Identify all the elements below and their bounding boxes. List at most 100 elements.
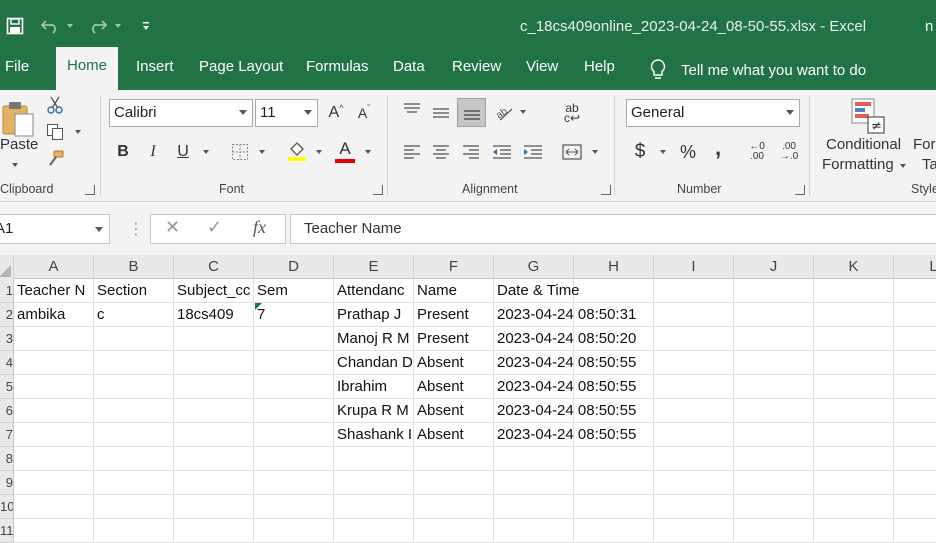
merge-dropdown-icon[interactable] — [592, 150, 598, 154]
cell-f3[interactable]: Present — [414, 327, 494, 351]
cell-f7[interactable]: Absent — [414, 423, 494, 447]
row-header-4[interactable]: 4 — [0, 351, 14, 375]
cell-e10[interactable] — [334, 495, 414, 519]
save-icon[interactable] — [4, 14, 26, 38]
fill-color-icon[interactable] — [285, 138, 309, 164]
align-right-icon[interactable] — [459, 140, 483, 164]
cell-c11[interactable] — [174, 519, 254, 543]
cell-c2[interactable]: 18cs409 — [174, 303, 254, 327]
decrease-decimal-icon[interactable]: .00 →.0 — [776, 140, 802, 164]
cell-g7[interactable]: 2023-04-24 08:50:55 — [494, 423, 636, 447]
paste-icon[interactable] — [0, 96, 36, 140]
align-bottom-icon[interactable] — [457, 98, 486, 127]
cell-a2[interactable]: ambika — [14, 303, 94, 327]
cancel-entry-icon[interactable]: ✕ — [165, 217, 180, 238]
cell-e6[interactable]: Krupa R M — [334, 399, 414, 423]
percent-icon[interactable]: % — [676, 140, 700, 164]
increase-font-size-icon[interactable]: A ^ — [324, 101, 348, 125]
customize-toolbar-icon[interactable] — [138, 14, 154, 38]
cell-c9[interactable] — [174, 471, 254, 495]
cell-j9[interactable] — [734, 471, 814, 495]
cell-c1[interactable]: Subject_cc — [174, 279, 254, 303]
redo-icon[interactable] — [86, 14, 110, 38]
format-as-table-label-1[interactable]: For — [913, 136, 936, 153]
cell-i3[interactable] — [654, 327, 734, 351]
cell-a8[interactable] — [14, 447, 94, 471]
tab-home[interactable]: Home — [56, 47, 119, 90]
cell-k7[interactable] — [814, 423, 894, 447]
column-header-d[interactable]: D — [254, 255, 334, 279]
error-indicator-icon[interactable] — [255, 303, 262, 310]
cell-e3[interactable]: Manoj R M — [334, 327, 414, 351]
orientation-icon[interactable]: ab — [492, 100, 516, 124]
column-header-j[interactable]: J — [734, 255, 814, 279]
conditional-formatting-label-1[interactable]: Conditional — [826, 136, 901, 153]
underline-icon[interactable]: U — [172, 140, 194, 164]
cell-b11[interactable] — [94, 519, 174, 543]
cell-d6[interactable] — [254, 399, 334, 423]
cell-g6[interactable]: 2023-04-24 08:50:55 — [494, 399, 636, 423]
name-box[interactable]: A1 — [0, 214, 110, 244]
cell-l9[interactable] — [894, 471, 936, 495]
redo-dropdown-icon[interactable] — [112, 14, 124, 38]
cell-k11[interactable] — [814, 519, 894, 543]
cell-a4[interactable] — [14, 351, 94, 375]
cell-a5[interactable] — [14, 375, 94, 399]
cell-i8[interactable] — [654, 447, 734, 471]
cell-a11[interactable] — [14, 519, 94, 543]
formula-bar-grip-icon[interactable]: ⋮ — [128, 219, 144, 239]
cell-b2[interactable]: c — [94, 303, 174, 327]
currency-icon[interactable]: $ — [628, 140, 652, 164]
cell-k1[interactable] — [814, 279, 894, 303]
cell-l1[interactable] — [894, 279, 936, 303]
cell-i5[interactable] — [654, 375, 734, 399]
currency-dropdown-icon[interactable] — [660, 150, 666, 154]
cell-g10[interactable] — [494, 495, 574, 519]
cell-k6[interactable] — [814, 399, 894, 423]
orientation-dropdown-icon[interactable] — [520, 110, 526, 114]
cell-l2[interactable] — [894, 303, 936, 327]
cell-j11[interactable] — [734, 519, 814, 543]
column-header-i[interactable]: I — [654, 255, 734, 279]
row-header-5[interactable]: 5 — [0, 375, 14, 399]
account-name[interactable]: n — [925, 18, 933, 35]
cell-j10[interactable] — [734, 495, 814, 519]
row-header-6[interactable]: 6 — [0, 399, 14, 423]
cell-c8[interactable] — [174, 447, 254, 471]
cell-i10[interactable] — [654, 495, 734, 519]
column-header-k[interactable]: K — [814, 255, 894, 279]
cell-d1[interactable]: Sem — [254, 279, 334, 303]
cell-g5[interactable]: 2023-04-24 08:50:55 — [494, 375, 636, 399]
cell-e8[interactable] — [334, 447, 414, 471]
cell-i4[interactable] — [654, 351, 734, 375]
cell-c4[interactable] — [174, 351, 254, 375]
cell-c6[interactable] — [174, 399, 254, 423]
cell-b7[interactable] — [94, 423, 174, 447]
cell-f11[interactable] — [414, 519, 494, 543]
cell-i2[interactable] — [654, 303, 734, 327]
row-header-7[interactable]: 7 — [0, 423, 14, 447]
row-header-11[interactable]: 11 — [0, 519, 14, 543]
cell-l4[interactable] — [894, 351, 936, 375]
cell-d9[interactable] — [254, 471, 334, 495]
cell-e1[interactable]: Attendanc — [334, 279, 414, 303]
cell-a10[interactable] — [14, 495, 94, 519]
cell-k3[interactable] — [814, 327, 894, 351]
conditional-formatting-label-2[interactable]: Formatting — [822, 156, 894, 173]
confirm-entry-icon[interactable]: ✓ — [207, 217, 222, 238]
cell-i7[interactable] — [654, 423, 734, 447]
cell-j7[interactable] — [734, 423, 814, 447]
cell-c5[interactable] — [174, 375, 254, 399]
cell-g1[interactable]: Date & Time — [494, 279, 580, 303]
cell-j1[interactable] — [734, 279, 814, 303]
cell-j6[interactable] — [734, 399, 814, 423]
cell-j8[interactable] — [734, 447, 814, 471]
cell-l10[interactable] — [894, 495, 936, 519]
cell-j4[interactable] — [734, 351, 814, 375]
format-painter-icon[interactable] — [44, 148, 66, 170]
cell-g3[interactable]: 2023-04-24 08:50:20 — [494, 327, 636, 351]
cell-l11[interactable] — [894, 519, 936, 543]
column-header-b[interactable]: B — [94, 255, 174, 279]
cell-g11[interactable] — [494, 519, 574, 543]
cell-l8[interactable] — [894, 447, 936, 471]
